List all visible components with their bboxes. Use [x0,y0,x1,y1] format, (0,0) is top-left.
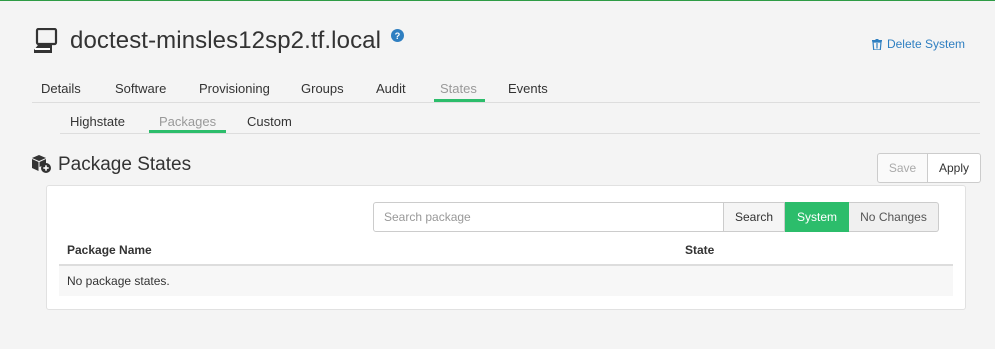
system-tabs: Details Software Provisioning Groups Aud… [32,81,980,103]
save-button[interactable]: Save [877,153,928,183]
search-button[interactable]: Search [723,202,785,232]
save-apply-group: Save Apply [877,153,981,183]
tab-groups[interactable]: Groups [301,81,344,96]
search-filter-group: Search System No Changes [723,202,939,232]
no-changes-filter-button[interactable]: No Changes [849,202,939,232]
tab-events[interactable]: Events [508,81,548,96]
column-package-name[interactable]: Package Name [67,243,152,257]
tab-software[interactable]: Software [115,81,166,96]
help-icon[interactable]: ? [391,29,404,42]
tab-details[interactable]: Details [41,81,81,96]
table-row: No package states. [59,266,953,296]
top-accent-line [0,0,995,1]
delete-system-link[interactable]: Delete System [871,37,965,51]
package-icon [32,155,51,173]
empty-table-message: No package states. [67,274,170,288]
trash-icon [871,38,882,50]
column-state[interactable]: State [685,243,714,257]
delete-system-label: Delete System [886,37,965,51]
search-package-input[interactable] [373,202,724,232]
system-icon [34,28,58,53]
section-title: Package States [58,154,192,175]
subtab-custom[interactable]: Custom [247,114,292,129]
table-header: Package Name State [59,241,953,266]
svg-text:?: ? [395,31,401,41]
subtab-packages[interactable]: Packages [148,114,227,133]
tab-states[interactable]: States [434,81,485,102]
tab-provisioning[interactable]: Provisioning [199,81,270,96]
tab-audit[interactable]: Audit [376,81,406,96]
system-filter-button[interactable]: System [785,202,849,232]
package-states-panel: Search System No Changes Package Name St… [46,185,966,310]
subtab-highstate[interactable]: Highstate [70,114,125,129]
apply-button[interactable]: Apply [928,153,981,183]
states-subtabs: Highstate Packages Custom [60,114,980,134]
page-title: doctest-minsles12sp2.tf.local [70,27,382,54]
